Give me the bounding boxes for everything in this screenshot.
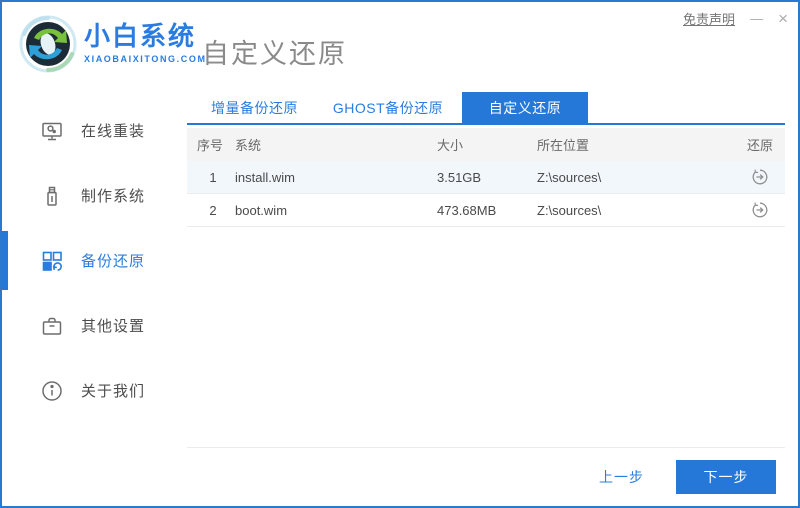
column-header-restore: 还原 <box>746 138 773 153</box>
cell-system: install.wim <box>235 169 295 185</box>
brand-logo-icon <box>19 15 77 73</box>
sidebar-item-other-settings[interactable]: 其他设置 <box>2 293 187 358</box>
sidebar-item-label: 在线重装 <box>81 123 146 140</box>
column-header-system: 系统 <box>235 138 262 153</box>
brand-name: 小白系统 <box>84 21 197 51</box>
sidebar-item-label: 备份还原 <box>81 253 146 270</box>
backup-grid-icon <box>40 249 64 273</box>
header: 小白系统 XIAOBAIXITONG.COM 自定义还原 免责声明 — × <box>2 2 798 88</box>
table-row: 1 install.wim 3.51GB Z:\sources\ <box>187 161 785 194</box>
cell-size: 473.68MB <box>437 202 497 218</box>
restore-icon[interactable] <box>749 166 771 188</box>
monitor-icon <box>40 119 64 143</box>
sidebar-item-label: 关于我们 <box>81 383 146 400</box>
column-header-location: 所在位置 <box>537 138 590 153</box>
previous-step-button[interactable]: 上一步 <box>599 467 644 487</box>
sidebar-item-label: 其他设置 <box>81 318 146 335</box>
info-icon <box>40 379 64 403</box>
cell-size: 3.51GB <box>437 169 482 185</box>
disclaimer-link[interactable]: 免责声明 <box>683 9 735 28</box>
body: 在线重装 制作系统 备份还原 其他设置 关于我们 增量备份还原 GHOST备份还… <box>2 88 798 506</box>
cell-index: 1 <box>209 169 217 185</box>
briefcase-icon <box>40 314 64 338</box>
sidebar-item-make-system[interactable]: 制作系统 <box>2 163 187 228</box>
app-window: 小白系统 XIAOBAIXITONG.COM 自定义还原 免责声明 — × 在线… <box>0 0 800 508</box>
tab-incremental-backup-restore[interactable]: 增量备份还原 <box>197 92 312 123</box>
cell-location: Z:\sources\ <box>537 169 602 185</box>
sidebar-item-online-reinstall[interactable]: 在线重装 <box>2 98 187 163</box>
tab-ghost-backup-restore[interactable]: GHOST备份还原 <box>326 92 450 123</box>
table-header-row: 序号 系统 大小 所在位置 还原 <box>187 128 785 161</box>
brand-domain: XIAOBAIXITONG.COM <box>84 54 207 64</box>
close-icon[interactable]: × <box>778 9 788 28</box>
footer: 上一步 下一步 <box>187 447 785 506</box>
window-controls: 免责声明 — × <box>683 9 788 28</box>
tab-custom-restore[interactable]: 自定义还原 <box>462 92 588 123</box>
sidebar: 在线重装 制作系统 备份还原 其他设置 关于我们 <box>2 88 187 506</box>
page-title: 自定义还原 <box>202 39 347 69</box>
cell-location: Z:\sources\ <box>537 202 602 218</box>
sidebar-item-backup-restore[interactable]: 备份还原 <box>2 228 187 293</box>
sidebar-item-about-us[interactable]: 关于我们 <box>2 358 187 423</box>
sidebar-item-label: 制作系统 <box>81 188 146 205</box>
usb-drive-icon <box>40 184 64 208</box>
cell-system: boot.wim <box>235 202 288 218</box>
cell-index: 2 <box>209 202 217 218</box>
restore-icon[interactable] <box>749 199 771 221</box>
table-row: 2 boot.wim 473.68MB Z:\sources\ <box>187 194 785 227</box>
main-content: 增量备份还原 GHOST备份还原 自定义还原 序号 系统 大小 所在位置 还原 … <box>187 88 798 506</box>
column-header-size: 大小 <box>437 138 464 153</box>
column-header-index: 序号 <box>197 138 224 153</box>
next-step-button[interactable]: 下一步 <box>676 460 776 494</box>
brand-text: 小白系统 XIAOBAIXITONG.COM <box>84 21 207 64</box>
tab-bar: 增量备份还原 GHOST备份还原 自定义还原 <box>187 92 785 125</box>
backup-table: 序号 系统 大小 所在位置 还原 1 install.wim 3.51GB Z:… <box>187 128 785 227</box>
minimize-icon[interactable]: — <box>750 10 763 28</box>
